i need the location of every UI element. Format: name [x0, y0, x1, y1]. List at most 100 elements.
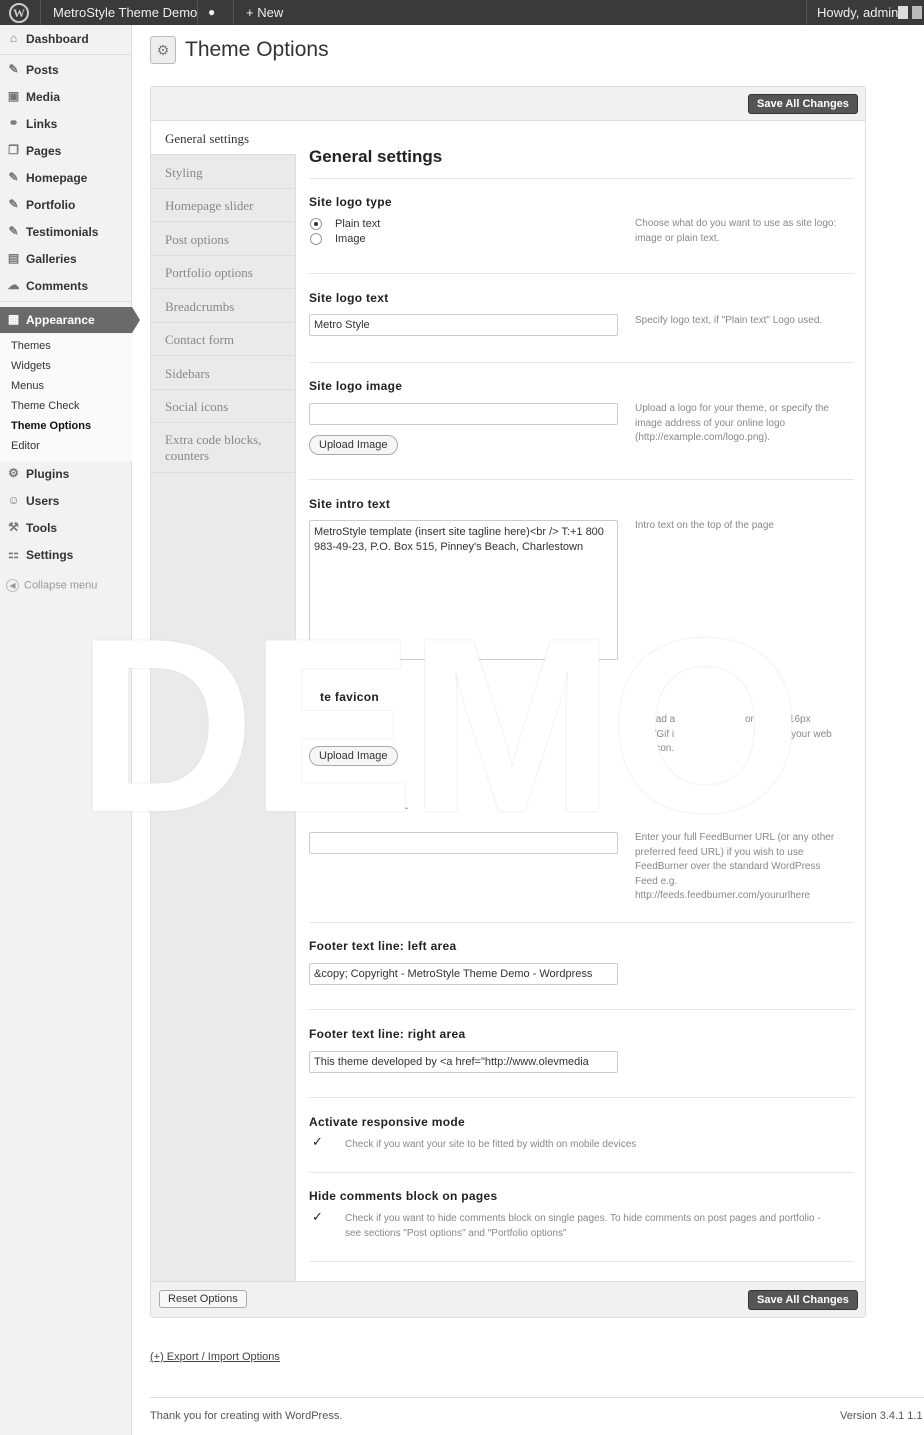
tab-sidebars[interactable]: Sidebars	[151, 357, 296, 390]
menu-label: Homepage	[26, 171, 88, 185]
hide-comments-checkbox[interactable]: ✓	[312, 1210, 324, 1223]
menu-comments[interactable]: ☁ Comments	[0, 273, 132, 299]
tab-extra-code-blocks[interactable]: Extra code blocks, counters	[151, 424, 296, 473]
menu-homepage[interactable]: ✎ Homepage	[0, 165, 132, 191]
divider	[309, 1261, 854, 1262]
galleries-icon: ▤	[7, 251, 20, 265]
links-icon: ⚭	[8, 116, 19, 130]
intro-text-label: Site intro text	[309, 497, 391, 511]
logo-text-label: Site logo text	[309, 291, 389, 305]
footer-left-label: Footer text line: left area	[309, 939, 457, 953]
comments-icon: ☁	[7, 278, 20, 292]
pin-icon: ✎	[8, 224, 19, 238]
section-heading: General settings	[309, 147, 443, 166]
pin-icon: ✎	[8, 197, 19, 211]
admin-bar-divider	[40, 0, 41, 25]
upload-logo-button[interactable]: Upload Image	[309, 435, 398, 455]
menu-galleries[interactable]: ▤ Galleries	[0, 246, 132, 272]
admin-bar-divider	[233, 0, 234, 25]
dashboard-icon: ⌂	[9, 31, 18, 45]
divider	[309, 273, 854, 274]
collapse-menu-button[interactable]: ◀ Collapse menu	[6, 579, 97, 592]
logo-type-label: Site logo type	[309, 195, 392, 209]
avatar-secondary	[912, 6, 922, 19]
hide-comments-description: Check if you want to hide comments block…	[345, 1213, 821, 1239]
demo-watermark: DEMO	[76, 620, 802, 830]
media-icon: ▣	[7, 89, 20, 103]
tab-post-options[interactable]: Post options	[151, 223, 296, 256]
tab-breadcrumbs[interactable]: Breadcrumbs	[151, 290, 296, 323]
save-all-button-bottom[interactable]: Save All Changes	[748, 1290, 858, 1310]
comments-icon[interactable]: ●	[208, 5, 215, 19]
menu-label: Dashboard	[26, 32, 89, 46]
footer-right-input[interactable]: This theme developed by <a href="http://…	[309, 1051, 618, 1073]
logo-type-description: Choose what do you want to use as site l…	[635, 218, 837, 244]
menu-label: Galleries	[26, 252, 77, 266]
divider	[309, 1172, 854, 1173]
submenu-widgets[interactable]: Widgets	[11, 360, 51, 372]
panel-toolbar-top: Save All Changes	[151, 87, 865, 121]
hide-comments-label: Hide comments block on pages	[309, 1189, 498, 1203]
responsive-mode-checkbox[interactable]: ✓	[312, 1135, 324, 1148]
menu-label: Appearance	[26, 313, 95, 327]
logo-text-input[interactable]: Metro Style	[309, 314, 618, 336]
appearance-icon: ▦	[7, 312, 20, 326]
save-all-button-top[interactable]: Save All Changes	[748, 94, 858, 114]
divider	[309, 362, 854, 363]
submenu-theme-options[interactable]: Theme Options	[11, 420, 91, 432]
menu-testimonials[interactable]: ✎ Testimonials	[0, 219, 132, 245]
reset-options-button[interactable]: Reset Options	[159, 1290, 247, 1308]
divider	[309, 1097, 854, 1098]
logo-image-description: Upload a logo for your theme, or specify…	[635, 403, 829, 443]
radio-plain-text[interactable]	[310, 218, 322, 230]
menu-settings[interactable]: ⚏ Settings	[0, 542, 132, 568]
logo-image-input[interactable]	[309, 403, 618, 425]
menu-portfolio[interactable]: ✎ Portfolio	[0, 192, 132, 218]
radio-image-label: Image	[335, 233, 366, 245]
pin-icon: ✎	[8, 170, 19, 184]
menu-appearance[interactable]: ▦ Appearance	[0, 307, 140, 333]
submenu-themes[interactable]: Themes	[11, 340, 51, 352]
radio-image[interactable]	[310, 233, 322, 245]
tab-portfolio-options[interactable]: Portfolio options	[151, 256, 296, 289]
footer-version: Version 3.4.1 1.1	[840, 1410, 923, 1422]
menu-label: Pages	[26, 144, 62, 158]
menu-tools[interactable]: ⚒ Tools	[0, 515, 132, 541]
export-import-link[interactable]: (+) Export / Import Options	[150, 1351, 280, 1363]
menu-users[interactable]: ☺ Users	[0, 488, 132, 514]
pages-icon: ❐	[8, 143, 19, 157]
responsive-mode-description: Check if you want your site to be fitted…	[345, 1139, 637, 1150]
divider	[309, 479, 854, 480]
menu-links[interactable]: ⚭ Links	[0, 111, 132, 137]
tab-styling[interactable]: Styling	[151, 156, 296, 189]
tab-contact-form[interactable]: Contact form	[151, 323, 296, 356]
admin-bar-divider	[806, 0, 807, 25]
menu-dashboard[interactable]: ⌂ Dashboard	[0, 26, 132, 52]
menu-label: Links	[26, 117, 58, 131]
tab-social-icons[interactable]: Social icons	[151, 390, 296, 423]
tab-homepage-slider[interactable]: Homepage slider	[151, 189, 296, 222]
menu-label: Comments	[26, 279, 89, 293]
menu-posts[interactable]: ✎ Posts	[0, 57, 132, 83]
submenu-editor[interactable]: Editor	[11, 440, 40, 452]
menu-pages[interactable]: ❐ Pages	[0, 138, 132, 164]
submenu-menus[interactable]: Menus	[11, 380, 44, 392]
tab-general-settings[interactable]: General settings	[151, 122, 297, 155]
footer-left-input[interactable]: &copy; Copyright - MetroStyle Theme Demo…	[309, 963, 618, 985]
menu-label: Settings	[26, 548, 74, 562]
howdy-link[interactable]: Howdy, admin	[817, 5, 898, 20]
menu-media[interactable]: ▣ Media	[0, 84, 132, 110]
menu-plugins[interactable]: ⚙ Plugins	[0, 461, 132, 487]
page-title: Theme Options	[185, 38, 329, 61]
submenu-theme-check[interactable]: Theme Check	[11, 400, 79, 412]
menu-label: Posts	[26, 63, 59, 77]
site-name-link[interactable]: MetroStyle Theme Demo	[53, 5, 197, 20]
wordpress-logo-icon[interactable]: W	[9, 3, 29, 23]
menu-separator	[0, 54, 132, 55]
new-content-link[interactable]: + New	[246, 5, 283, 20]
avatar[interactable]	[898, 6, 908, 19]
footer-divider	[150, 1397, 924, 1398]
feedburner-input[interactable]	[309, 832, 618, 854]
pin-icon: ✎	[8, 62, 19, 76]
radio-plain-text-label: Plain text	[335, 218, 381, 230]
